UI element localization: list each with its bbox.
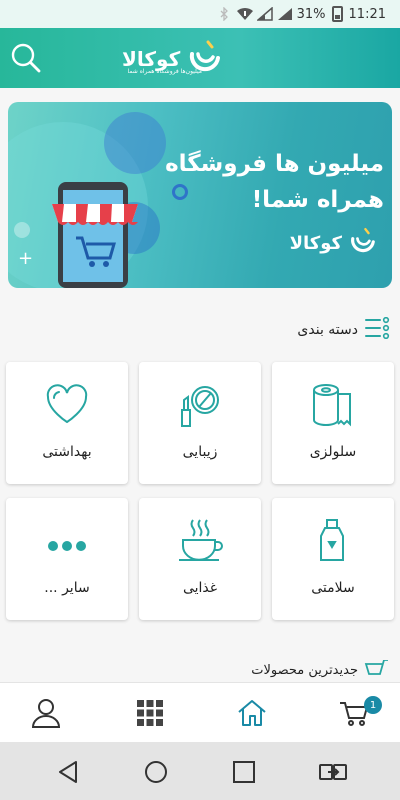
banner-headline-line1: میلیون ها فروشگاه: [165, 151, 384, 177]
back-icon[interactable]: [56, 759, 82, 785]
more-dots-icon: [42, 516, 92, 566]
system-navigation-bar: [0, 742, 400, 800]
newest-products-heading: جدیدترین محصولات: [251, 662, 358, 678]
categories-header: دسته بندی: [290, 316, 390, 343]
category-label: سلامتی: [311, 580, 355, 596]
category-label: سایر ...: [44, 580, 90, 596]
phone-shop-illustration: [52, 182, 138, 288]
category-label: سلولزی: [309, 444, 357, 460]
cosmetics-icon: [175, 380, 225, 430]
banner-logo-wordmark: کوکالا: [289, 232, 342, 254]
category-list-icon: [364, 316, 390, 343]
plus-icon: +: [18, 248, 34, 269]
banner-logo-mark-icon: [348, 226, 378, 260]
promo-banner[interactable]: + میلیون ها فروشگاه همراه شما! کوکالا: [8, 102, 392, 288]
search-icon[interactable]: [10, 42, 42, 74]
category-label: زیبایی: [182, 444, 218, 460]
category-label: بهداشتی: [42, 444, 92, 460]
category-card-health[interactable]: سلامتی: [272, 498, 394, 620]
bottle-icon: [308, 516, 358, 566]
banner-bubble: [104, 112, 166, 174]
home-circle-icon[interactable]: [143, 759, 169, 785]
clock: 11:21: [348, 6, 386, 22]
bottom-navigation: [0, 682, 400, 742]
profile-icon[interactable]: [30, 697, 62, 729]
cart-outline-icon: [364, 660, 390, 680]
category-card-beauty[interactable]: زیبایی: [139, 362, 261, 484]
recents-icon[interactable]: [231, 759, 257, 785]
bluetooth-icon: [217, 6, 231, 22]
signal-2-icon: [277, 7, 292, 21]
cart-count-badge: 1: [364, 696, 382, 714]
battery-percent: 31%: [296, 6, 326, 22]
banner-headline-line2: همراه شما!: [251, 187, 384, 213]
logo-tagline: میلیون‌ها فروشگاه همراه شما: [127, 68, 202, 75]
app-logo[interactable]: کوکالا میلیون‌ها فروشگاه همراه شما: [122, 36, 262, 82]
category-card-cellulose[interactable]: سلولزی: [272, 362, 394, 484]
category-card-other[interactable]: سایر ...: [6, 498, 128, 620]
grid-icon[interactable]: [134, 697, 166, 729]
banner-headline: میلیون ها فروشگاه همراه شما!: [164, 146, 384, 218]
battery-icon: [331, 6, 343, 22]
categories-heading: دسته بندی: [297, 322, 358, 338]
heart-icon: [42, 380, 92, 430]
tissue-roll-icon: [308, 380, 358, 430]
newest-products-header: جدیدترین محصولات: [230, 660, 390, 680]
coffee-cup-icon: [175, 516, 225, 566]
status-bar: 31% 11:21: [0, 0, 400, 28]
switch-sim-icon[interactable]: [318, 759, 348, 785]
home-icon[interactable]: [236, 697, 268, 729]
category-label: غذایی: [182, 580, 218, 596]
app-header: کوکالا میلیون‌ها فروشگاه همراه شما: [0, 28, 400, 88]
category-card-food[interactable]: غذایی: [139, 498, 261, 620]
category-card-hygiene[interactable]: بهداشتی: [6, 362, 128, 484]
banner-logo: کوکالا: [290, 226, 378, 260]
wifi-icon: [236, 7, 253, 21]
banner-dot: [14, 222, 30, 238]
signal-1-icon: [255, 6, 273, 21]
